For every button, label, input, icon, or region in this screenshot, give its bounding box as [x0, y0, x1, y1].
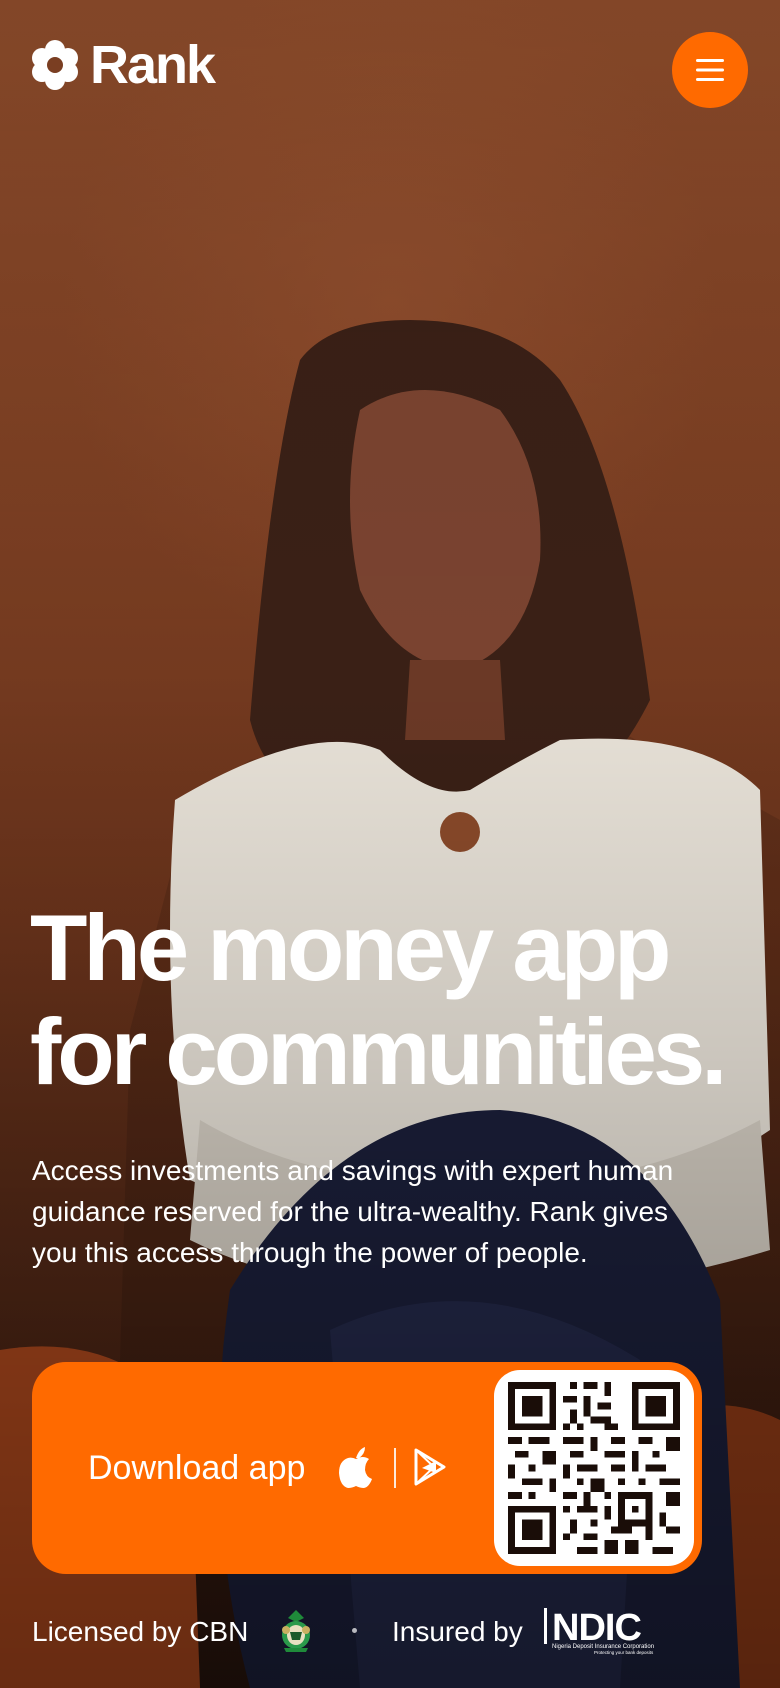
separator-dot [352, 1628, 357, 1633]
download-app-card[interactable]: Download app [32, 1362, 702, 1574]
headline-line-2: for communities. [30, 999, 727, 1104]
svg-text:Protecting your bank deposits: Protecting your bank deposits [594, 1650, 654, 1655]
qr-code-icon [508, 1382, 680, 1554]
hero-description: Access investments and savings with expe… [32, 1155, 674, 1268]
hero-headline: The money app for communities. [30, 896, 770, 1104]
hamburger-menu-icon [696, 59, 724, 81]
licensed-by-cbn-text: Licensed by CBN [32, 1616, 249, 1647]
store-divider [394, 1448, 396, 1488]
qr-code-box [494, 1370, 694, 1566]
regulatory-strip: Licensed by CBN Insured by NDIC Nigeria … [32, 1606, 752, 1658]
brand-name: Rank [90, 35, 216, 95]
menu-button[interactable] [672, 32, 748, 108]
cbn-seal-icon [282, 1610, 310, 1652]
google-play-icon[interactable] [414, 1448, 446, 1486]
insured-by-text: Insured by [392, 1616, 523, 1647]
download-app-label[interactable]: Download app [88, 1448, 305, 1488]
flower-logo-icon [32, 40, 78, 90]
apple-icon[interactable] [338, 1446, 374, 1488]
svg-text:NDIC: NDIC [552, 1607, 641, 1649]
site-logo[interactable]: Rank [32, 35, 216, 95]
headline-line-1: The money app [30, 895, 671, 1000]
ndic-logo: NDIC Nigeria Deposit Insurance Corporati… [544, 1607, 654, 1655]
